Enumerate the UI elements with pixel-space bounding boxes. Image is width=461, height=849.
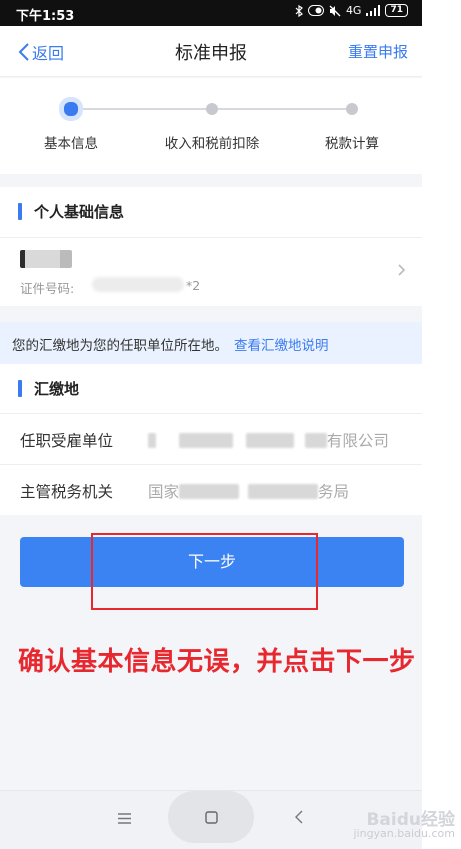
- status-bar: 下午1:53 4G 71: [0, 0, 422, 26]
- status-icons: 4G 71: [295, 4, 408, 17]
- navigation-bar: 返回 标准申报 重置申报: [0, 26, 422, 77]
- step-dot-income: [206, 103, 218, 115]
- id-number-redacted: [92, 277, 184, 292]
- tax-authority-row: 主管税务机关 国家 务局: [0, 464, 422, 515]
- redacted-text: [247, 484, 318, 499]
- redacted-text: [304, 433, 327, 448]
- section-marker: [18, 203, 22, 220]
- section-title: 个人基础信息: [34, 203, 125, 221]
- tax-authority-suffix: 务局: [317, 483, 349, 501]
- screenshot-margin: [422, 0, 461, 849]
- redacted-text: [245, 433, 294, 448]
- battery-icon: 71: [385, 4, 408, 17]
- watermark-url: jingyan.baidu.com: [353, 827, 455, 840]
- employer-label: 任职受雇单位: [20, 432, 114, 450]
- step-label-basic-info: 基本信息: [44, 136, 98, 152]
- highlight-box: [91, 533, 318, 610]
- redacted-text: [148, 433, 156, 448]
- remit-notice: 您的汇缴地为您的任职单位所在地。 查看汇缴地说明: [0, 322, 422, 364]
- section-title: 汇缴地: [34, 380, 80, 398]
- watermark-brand: Baidu经验: [366, 810, 455, 830]
- section-marker: [18, 380, 22, 397]
- tax-authority-prefix: 国家: [148, 483, 180, 501]
- step-label-income: 收入和税前扣除: [164, 136, 260, 152]
- step-label-tax-calc: 税款计算: [325, 136, 379, 152]
- tax-authority-label: 主管税务机关: [20, 483, 114, 501]
- personal-info-header: 个人基础信息: [0, 187, 422, 237]
- id-number-label: 证件号码:: [20, 281, 75, 296]
- network-type: 4G: [345, 4, 362, 17]
- baidu-watermark: Baidu经验 jingyan.baidu.com: [353, 810, 455, 841]
- id-number-tail: *2: [186, 278, 201, 293]
- app-screen: 下午1:53 4G 71 返回 标准申报 重置申报 基本信息 收入和税前扣除 税…: [0, 0, 422, 849]
- tax-authority-value: 国家 务局: [148, 480, 349, 502]
- notice-text: 您的汇缴地为您的任职单位所在地。: [12, 338, 228, 354]
- alarm-toggle-icon: [307, 5, 324, 16]
- employer-value-suffix: 有限公司: [326, 432, 389, 450]
- redacted-text: [178, 433, 233, 448]
- person-info-row[interactable]: 证件号码: *2: [0, 237, 422, 306]
- step-connector: [212, 108, 352, 110]
- progress-stepper: 基本信息 收入和税前扣除 税款计算: [0, 78, 422, 174]
- remit-explanation-link[interactable]: 查看汇缴地说明: [234, 338, 329, 354]
- person-name-redacted: [20, 250, 72, 268]
- chevron-right-icon: [398, 264, 406, 276]
- reset-declaration-button[interactable]: 重置申报: [348, 41, 408, 62]
- employer-row: 任职受雇单位 有限公司: [0, 413, 422, 465]
- step-dot-tax-calc: [346, 103, 358, 115]
- status-time: 下午1:53: [16, 9, 75, 24]
- instruction-annotation: 确认基本信息无误，并点击下一步: [18, 647, 416, 677]
- signal-icon: [366, 5, 381, 16]
- step-dot-basic-info: [64, 102, 78, 116]
- bluetooth-icon: [295, 4, 303, 17]
- home-icon[interactable]: [205, 811, 218, 824]
- remit-section-header: 汇缴地: [0, 364, 422, 413]
- step-connector: [71, 108, 212, 110]
- back-nav-icon[interactable]: [295, 810, 303, 824]
- mute-icon: [329, 5, 341, 16]
- menu-icon[interactable]: [118, 813, 131, 824]
- redacted-text: [179, 484, 240, 499]
- employer-value: 有限公司: [148, 429, 389, 451]
